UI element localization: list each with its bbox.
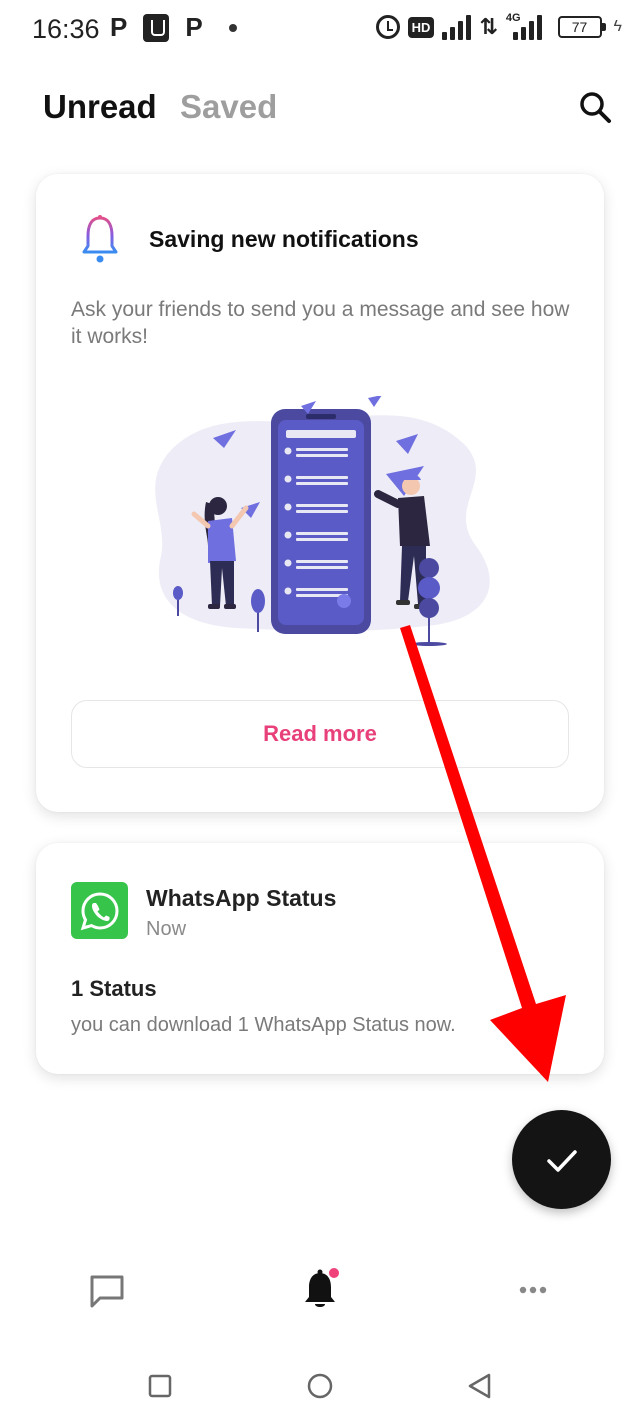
- status-left-icons: P P: [110, 12, 237, 43]
- info-card: Saving new notifications Ask your friend…: [36, 174, 604, 812]
- read-more-button[interactable]: Read more: [71, 700, 569, 768]
- people-sending-messages-illustration: [155, 396, 490, 646]
- hd-icon: HD: [407, 16, 435, 38]
- system-navigation-bar: [0, 1350, 640, 1422]
- signal-icon: [442, 14, 472, 40]
- chat-icon: [90, 1275, 124, 1308]
- network-type-label: 4G: [505, 12, 521, 24]
- check-icon: [546, 1149, 577, 1172]
- notification-badge: [327, 1266, 341, 1280]
- square-icon: [148, 1374, 172, 1398]
- notification-card[interactable]: WhatsApp Status Now 1 Status you can dow…: [36, 843, 604, 1074]
- alarm-icon: [375, 15, 400, 39]
- whatsapp-glyph-icon: [80, 891, 119, 930]
- more-icon: [519, 1286, 547, 1294]
- battery-level: 77: [571, 19, 588, 35]
- nav-chat[interactable]: [83, 1266, 131, 1314]
- circle-icon: [307, 1373, 333, 1399]
- p-icon: P: [110, 12, 128, 42]
- data-arrows-icon: ⇅: [479, 14, 498, 39]
- tab-unread[interactable]: Unread: [43, 88, 157, 126]
- notification-time: Now: [146, 918, 187, 940]
- status-time: 16:36: [32, 14, 100, 44]
- usb-icon: [143, 13, 170, 42]
- header: Unread Saved: [0, 78, 640, 138]
- mark-all-read-button[interactable]: [512, 1110, 611, 1209]
- back-button[interactable]: [462, 1368, 498, 1404]
- notification-dot-icon: [228, 23, 237, 32]
- nav-notifications[interactable]: [296, 1266, 344, 1314]
- status-right-icons: HD ⇅ 4G 77 ϟ: [375, 12, 622, 40]
- search-button[interactable]: [576, 88, 616, 128]
- status-bar: 16:36 P P HD ⇅ 4G 77 ϟ: [0, 0, 640, 60]
- info-card-body: Ask your friends to send you a message a…: [71, 298, 570, 348]
- battery-icon: 77: [557, 16, 606, 38]
- search-icon: [580, 92, 611, 123]
- notification-app-name: WhatsApp Status: [146, 885, 337, 911]
- back-triangle-icon: [468, 1373, 491, 1399]
- charging-icon: ϟ: [613, 18, 622, 35]
- recent-apps-button[interactable]: [142, 1368, 178, 1404]
- notification-body: you can download 1 WhatsApp Status now.: [71, 1014, 456, 1036]
- bottom-navigation: [0, 1250, 640, 1330]
- bell-icon: [82, 215, 118, 263]
- info-card-title: Saving new notifications: [149, 226, 419, 252]
- p-icon: P: [185, 12, 203, 42]
- home-button[interactable]: [302, 1368, 338, 1404]
- whatsapp-icon: [71, 882, 128, 939]
- notification-headline: 1 Status: [71, 976, 157, 1001]
- tab-saved[interactable]: Saved: [180, 88, 277, 126]
- nav-more[interactable]: [509, 1266, 557, 1314]
